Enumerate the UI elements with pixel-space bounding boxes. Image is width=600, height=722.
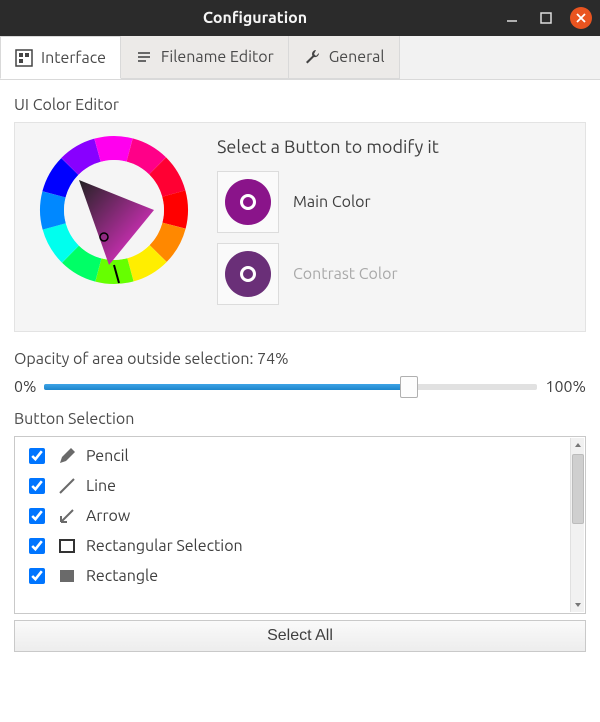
- opacity-max-label: 100%: [545, 378, 586, 396]
- interface-icon: [15, 49, 33, 67]
- main-color-swatch[interactable]: [217, 171, 279, 233]
- opacity-label: Opacity of area outside selection: 74%: [14, 350, 586, 368]
- contrast-color-swatch[interactable]: [217, 243, 279, 305]
- opacity-slider-fill: [44, 384, 409, 390]
- list-item-label: Pencil: [86, 447, 129, 465]
- maximize-button[interactable]: [536, 8, 556, 28]
- ui-color-editor-panel: Select a Button to modify it Main Color …: [14, 122, 586, 332]
- arrow-icon: [56, 505, 78, 527]
- rect-selection-checkbox[interactable]: [29, 538, 45, 554]
- rectangle-selection-icon: [56, 535, 78, 557]
- scroll-up-icon[interactable]: [571, 438, 584, 452]
- scroll-down-icon[interactable]: [571, 598, 584, 612]
- list-item-label: Arrow: [86, 507, 130, 525]
- color-editor-hint: Select a Button to modify it: [217, 137, 571, 157]
- tab-interface[interactable]: Interface: [0, 36, 121, 79]
- list-item[interactable]: Rectangle: [17, 561, 583, 591]
- pencil-checkbox[interactable]: [29, 448, 45, 464]
- circle-icon: [225, 251, 271, 297]
- rectangle-icon: [56, 565, 78, 587]
- list-item-label: Rectangle: [86, 567, 158, 585]
- button-selection-list: Pencil Line Arrow Rectangular Selection: [14, 436, 586, 614]
- filename-icon: [135, 48, 153, 66]
- tab-label: General: [329, 48, 385, 66]
- window-title: Configuration: [8, 9, 502, 27]
- list-item[interactable]: Pencil: [17, 441, 583, 471]
- list-item[interactable]: Line: [17, 471, 583, 501]
- line-icon: [56, 475, 78, 497]
- wrench-icon: [303, 48, 321, 66]
- rectangle-checkbox[interactable]: [29, 568, 45, 584]
- opacity-slider[interactable]: [44, 384, 537, 390]
- close-button[interactable]: [570, 7, 592, 29]
- list-item-label: Line: [86, 477, 116, 495]
- list-item-label: Rectangular Selection: [86, 537, 243, 555]
- tab-bar: Interface Filename Editor General: [0, 36, 600, 80]
- circle-icon: [225, 179, 271, 225]
- list-item[interactable]: Arrow: [17, 501, 583, 531]
- tab-label: Filename Editor: [161, 48, 274, 66]
- scrollbar-thumb[interactable]: [572, 454, 584, 524]
- main-color-label: Main Color: [293, 193, 371, 211]
- button-selection-heading: Button Selection: [14, 410, 586, 428]
- opacity-slider-thumb[interactable]: [400, 376, 418, 398]
- list-item[interactable]: Rectangular Selection: [17, 531, 583, 561]
- minimize-button[interactable]: [502, 8, 522, 28]
- tab-general[interactable]: General: [289, 36, 400, 79]
- select-all-button[interactable]: Select All: [14, 620, 586, 652]
- pencil-icon: [56, 445, 78, 467]
- ui-color-editor-heading: UI Color Editor: [14, 96, 586, 114]
- titlebar: Configuration: [0, 0, 600, 36]
- opacity-min-label: 0%: [14, 378, 36, 396]
- color-wheel[interactable]: [29, 135, 199, 285]
- scrollbar[interactable]: [570, 438, 584, 612]
- arrow-checkbox[interactable]: [29, 508, 45, 524]
- button-list-scroll[interactable]: Pencil Line Arrow Rectangular Selection: [15, 437, 585, 613]
- contrast-color-label: Contrast Color: [293, 265, 398, 283]
- line-checkbox[interactable]: [29, 478, 45, 494]
- tab-content: UI Color Editor: [0, 80, 600, 666]
- tab-label: Interface: [41, 49, 106, 67]
- window-controls: [502, 7, 592, 29]
- tab-filename-editor[interactable]: Filename Editor: [121, 36, 289, 79]
